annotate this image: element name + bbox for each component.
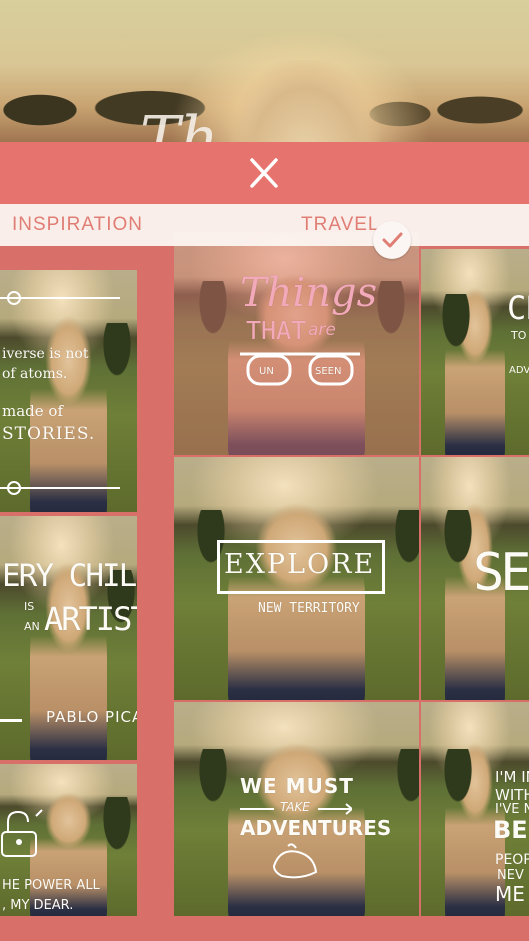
close-icon — [250, 158, 278, 188]
category-tabs: INSPIRATION TRAVEL — [0, 204, 529, 246]
ornament-divider — [0, 481, 120, 495]
background-photo: Th — [0, 0, 529, 142]
template-card-inspiration-3[interactable]: HE POWER ALL , MY DEAR. — [0, 764, 137, 916]
quote-line: EXPLORE — [224, 549, 376, 580]
template-card-travel-6[interactable]: I'M IN WITH I'VE NE BEEN PEOP NEV ME — [421, 702, 529, 916]
quote-line: ADVENTURES — [240, 816, 392, 840]
line-divider — [0, 719, 22, 722]
quote-line: CH — [507, 289, 529, 327]
template-card-inspiration-2[interactable]: ERY CHILD IS AN ARTIST PABLO PICASO — [0, 516, 137, 760]
overlay-script-text: Th — [140, 104, 219, 142]
arrow-ornament — [240, 803, 352, 815]
template-card-travel-5[interactable]: WE MUST TAKE ADVENTURES — [174, 702, 419, 916]
quote-line: PABLO PICASO — [46, 708, 137, 726]
quote-line: NEW TERRITORY — [258, 601, 360, 616]
quote-line: BEEN — [493, 816, 529, 844]
quote-line: AN — [24, 620, 40, 633]
checkmark-icon — [382, 232, 403, 248]
template-card-inspiration-1[interactable]: iverse is not of atoms. made of STORIES. — [0, 270, 137, 512]
quote-line: I'VE NE — [495, 802, 529, 817]
quote-line: WE MUST — [240, 774, 354, 798]
quote-line: NEV — [497, 868, 524, 883]
lock-icon — [1, 809, 43, 857]
quote-line: Things — [240, 270, 378, 316]
selected-badge — [373, 221, 411, 259]
quote-line: ME — [495, 882, 525, 906]
whale-icon — [272, 843, 318, 879]
quote-line: , MY DEAR. — [2, 898, 74, 913]
quote-line: made of — [2, 402, 63, 420]
close-button[interactable] — [240, 150, 288, 198]
quote-line: ERY CHILD — [2, 558, 137, 594]
quote-line: IS — [24, 600, 35, 613]
girl-hair — [230, 60, 380, 142]
quote-line: of atoms. — [2, 366, 68, 382]
quote-line: ARTIST — [44, 600, 137, 638]
ornament-divider — [0, 291, 120, 305]
quote-line: iverse is not — [2, 346, 89, 362]
quote-line: TO — [511, 329, 527, 342]
template-card-travel-4[interactable]: SEE — [421, 457, 529, 700]
quote-line: HE POWER ALL — [2, 878, 100, 893]
quote-line: ADV — [509, 365, 529, 376]
quote-line: are — [308, 320, 336, 340]
tab-travel[interactable]: TRAVEL — [301, 204, 380, 246]
template-card-travel-1[interactable]: Things THAT are UN SEEN — [174, 232, 419, 455]
quote-line: STORIES. — [2, 424, 96, 444]
glasses-icon — [240, 352, 360, 386]
tab-inspiration[interactable]: INSPIRATION — [12, 204, 143, 246]
quote-line: THAT — [246, 316, 307, 345]
quote-line: SEEN — [315, 366, 342, 377]
quote-line: PEOP — [495, 852, 529, 868]
template-card-travel-3[interactable]: EXPLORE NEW TERRITORY — [174, 457, 419, 700]
template-card-travel-2[interactable]: CH TO ADV — [421, 249, 529, 455]
quote-line: I'M IN — [495, 768, 529, 786]
quote-line: SEE — [473, 543, 529, 603]
quote-line: UN — [259, 366, 274, 377]
